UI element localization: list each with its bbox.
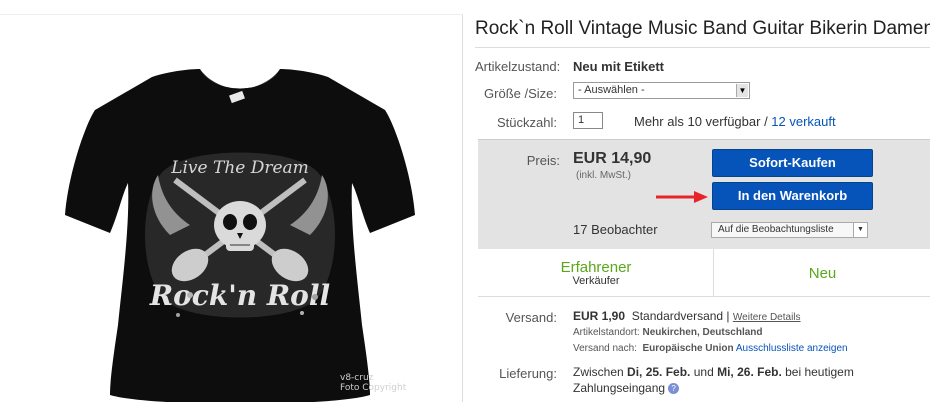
item-title: Rock`n Roll Vintage Music Band Guitar Bi… xyxy=(475,18,930,39)
delivery-estimate: Zwischen Di, 25. Feb. und Mi, 26. Feb. b… xyxy=(573,364,903,396)
add-to-cart-button[interactable]: In den Warenkorb xyxy=(712,182,873,210)
buy-now-button[interactable]: Sofort-Kaufen xyxy=(712,149,873,177)
delivery-connector: und xyxy=(690,365,718,379)
price-label: Preis: xyxy=(526,153,560,168)
availability-text: Mehr als 10 verfügbar / 12 verkauft xyxy=(634,114,836,129)
item-info-panel: Rock`n Roll Vintage Music Band Guitar Bi… xyxy=(475,0,930,402)
condition-value: Neu mit Etikett xyxy=(573,59,665,74)
price-tax-note: (inkl. MwSt.) xyxy=(576,170,631,181)
shipto-value: Europäische Union xyxy=(642,343,734,354)
seller-badge-sub: Verkäufer xyxy=(572,275,620,287)
product-image[interactable]: Live The Dream Rock'n Roll xyxy=(40,65,440,402)
location-value: Neukirchen, Deutschland xyxy=(642,327,763,338)
delivery-prefix: Zwischen xyxy=(573,365,628,379)
add-to-watchlist-button[interactable]: Auf die Beobachtungsliste ▼ xyxy=(711,222,868,238)
size-select[interactable]: - Auswählen - ▼ xyxy=(573,82,750,99)
buy-box: Preis: EUR 14,90 (inkl. MwSt.) Sofort-Ka… xyxy=(478,139,930,249)
shipping-cost: EUR 1,90 xyxy=(573,309,626,323)
delivery-date-from: Di, 25. Feb. xyxy=(627,365,691,379)
price-value: EUR 14,90 xyxy=(573,150,652,167)
tshirt-skull-guitars-icon: Live The Dream Rock'n Roll xyxy=(65,69,415,402)
watchlist-label: Auf die Beobachtungsliste xyxy=(718,224,834,235)
title-divider xyxy=(475,47,930,48)
item-location: Artikelstandort: Neukirchen, Deutschland xyxy=(573,327,763,338)
availability-separator: / xyxy=(760,114,772,129)
product-image-panel: Live The Dream Rock'n Roll v8-cruz Foto … xyxy=(0,14,463,402)
availability-count: Mehr als 10 verfügbar xyxy=(634,114,761,129)
size-selected-value: - Auswählen - xyxy=(578,84,645,96)
chevron-down-icon[interactable]: ▼ xyxy=(736,84,748,97)
svg-text:Live The Dream: Live The Dream xyxy=(170,158,309,178)
sold-count-link[interactable]: 12 verkauft xyxy=(771,114,835,129)
location-label: Artikelstandort: xyxy=(573,327,640,338)
watchers-count: 17 Beobachter xyxy=(573,222,658,237)
image-watermark: v8-cruz Foto Copyright xyxy=(340,373,406,393)
condition-badge-cell: Neu xyxy=(715,249,930,297)
help-icon[interactable]: ? xyxy=(668,383,680,394)
shipping-label: Versand: xyxy=(505,310,557,325)
quantity-input[interactable]: 1 xyxy=(573,112,603,129)
shipto-label: Versand nach: xyxy=(573,343,637,354)
condition-label: Artikelzustand: xyxy=(475,59,561,74)
delivery-label: Lieferung: xyxy=(499,366,557,381)
red-arrow-icon xyxy=(656,191,708,203)
watermark-line-1: v8-cruz xyxy=(340,373,374,383)
ships-to: Versand nach: Europäische Union Ausschlu… xyxy=(573,343,848,354)
svg-text:Rock'n Roll: Rock'n Roll xyxy=(149,279,330,312)
seller-badges-row: Erfahrener Verkäufer Neu xyxy=(478,249,930,297)
seller-badge: Erfahrener xyxy=(560,259,632,276)
watermark-line-2: Foto Copyright xyxy=(340,383,407,393)
delivery-date-to: Mi, 26. Feb. xyxy=(717,365,782,379)
ebay-listing-page: Live The Dream Rock'n Roll v8-cruz Foto … xyxy=(0,0,930,402)
quantity-label: Stückzahl: xyxy=(497,115,557,130)
size-label: Größe /Size: xyxy=(484,86,557,101)
shipping-main: EUR 1,90 Standardversand | Weitere Detai… xyxy=(573,309,801,323)
shipping-details-link[interactable]: Weitere Details xyxy=(733,312,801,323)
seller-badge-cell: Erfahrener Verkäufer xyxy=(478,249,714,297)
shipping-method: Standardversand | xyxy=(631,309,730,323)
chevron-down-icon[interactable]: ▼ xyxy=(853,223,867,237)
condition-badge: Neu xyxy=(808,265,837,282)
exclusion-list-link[interactable]: Ausschlussliste anzeigen xyxy=(736,343,848,354)
